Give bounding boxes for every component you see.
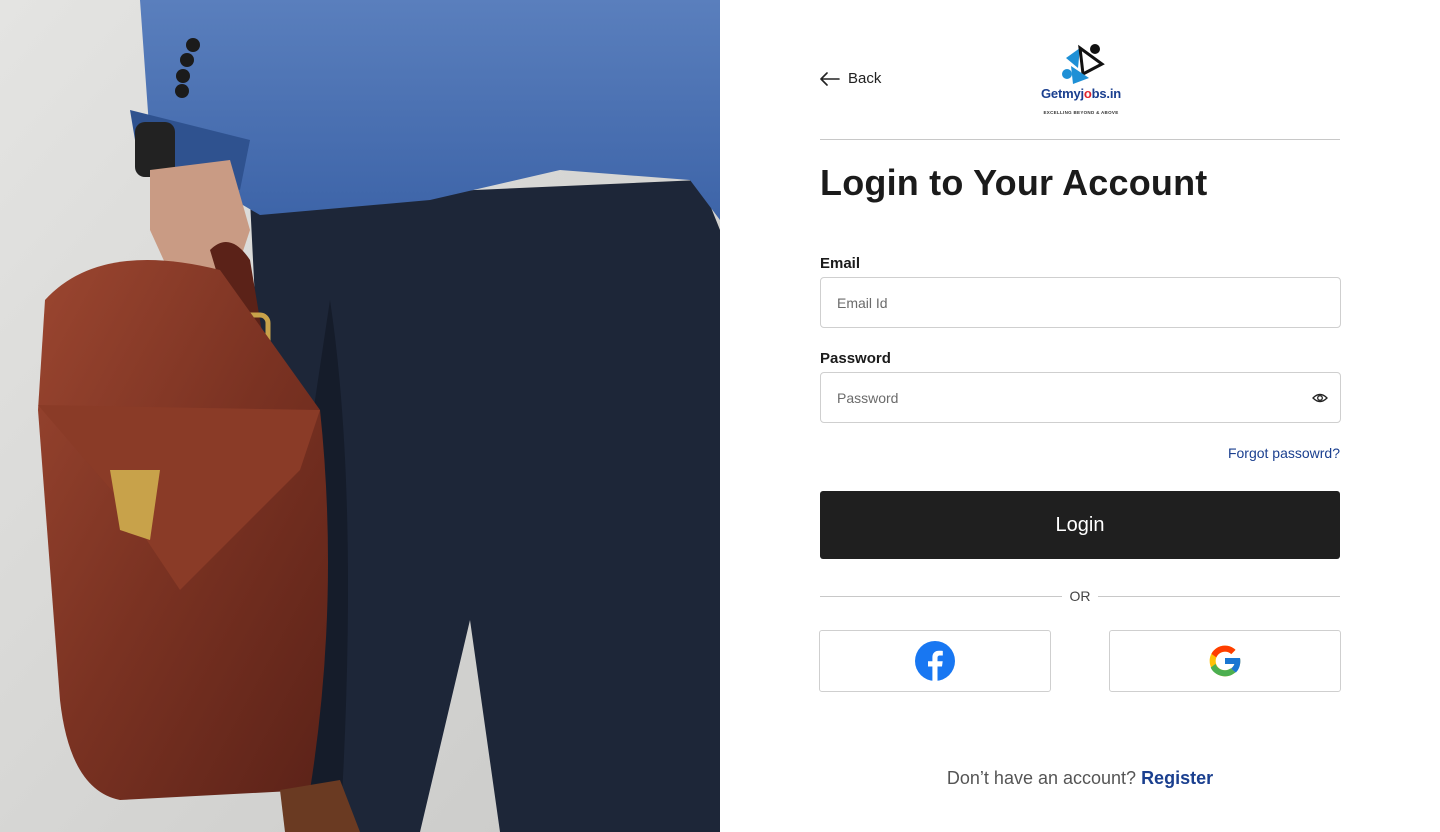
register-link[interactable]: Register (1141, 768, 1213, 788)
eye-icon[interactable] (1312, 390, 1328, 406)
brand-logo: Getmyjobs.in EXCELLING BEYOND & ABOVE (1033, 44, 1129, 118)
email-input[interactable] (821, 278, 1340, 327)
logo-mark-icon (1062, 44, 1105, 84)
register-prompt: Don’t have an account? Register (820, 768, 1340, 789)
password-input[interactable] (821, 373, 1340, 422)
back-link[interactable]: Back (820, 70, 881, 87)
facebook-login-button[interactable] (819, 630, 1051, 692)
brand-name: Getmyjobs.in (1041, 86, 1121, 101)
email-label: Email (820, 255, 861, 272)
brand-tagline: EXCELLING BEYOND & ABOVE (1043, 110, 1119, 115)
facebook-icon (915, 641, 955, 681)
or-line-right (1098, 596, 1340, 597)
back-label: Back (848, 70, 882, 87)
login-button[interactable]: Login (820, 491, 1340, 559)
page-title: Login to Your Account (820, 162, 1208, 203)
hero-photo (0, 0, 720, 832)
arrow-left-icon (820, 71, 840, 86)
email-field-wrapper (820, 277, 1341, 328)
password-field-wrapper (820, 372, 1341, 423)
login-panel: Back Getmyjobs.in EXCELLING BEYOND & ABO… (720, 0, 1440, 832)
or-separator: OR (820, 588, 1340, 606)
header-divider (820, 139, 1340, 140)
google-login-button[interactable] (1109, 630, 1341, 692)
password-label: Password (820, 350, 891, 367)
register-prompt-text: Don’t have an account? (946, 768, 1137, 788)
google-icon (1209, 645, 1242, 677)
forgot-password-link[interactable]: Forgot passowrd? (820, 445, 1340, 461)
